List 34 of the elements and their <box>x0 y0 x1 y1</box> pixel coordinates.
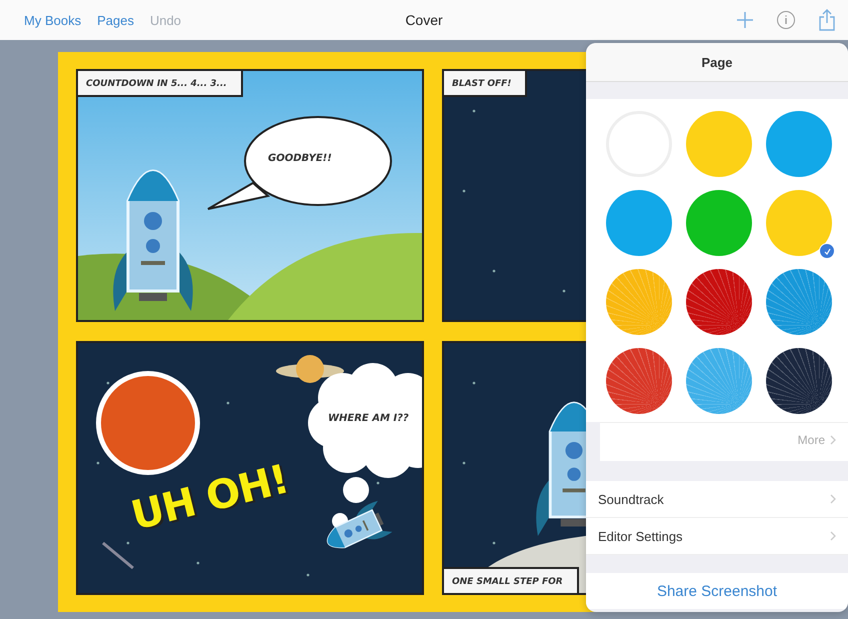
star-dot <box>462 462 466 464</box>
share-icon[interactable] <box>818 9 836 31</box>
toolbar-button[interactable]: My Books <box>24 12 82 28</box>
thought-text: WHERE AM I?? <box>328 413 409 424</box>
share-screenshot-button[interactable]: Share Screenshot <box>586 573 848 609</box>
checkmark-icon <box>819 243 835 259</box>
panel-caption: BLAST OFF! <box>444 71 528 97</box>
star-dot <box>492 270 496 272</box>
star-dot <box>96 462 100 464</box>
star-dot <box>376 482 380 484</box>
toolbar-button[interactable]: Pages <box>97 12 134 28</box>
star-dot <box>126 542 130 544</box>
add-icon[interactable] <box>736 11 754 29</box>
chevron-icon <box>830 531 836 541</box>
panel-caption: COUNTDOWN IN 5... 4... 3... <box>78 71 243 97</box>
star-dot <box>472 382 476 384</box>
star-dot <box>492 542 496 544</box>
panel-caption: ONE SMALL STEP FOR <box>444 567 579 593</box>
chevron-icon <box>830 435 836 445</box>
star-dot <box>306 574 310 576</box>
speech-text: GOODBYE!! <box>268 153 332 164</box>
info-icon[interactable] <box>776 10 796 30</box>
rocket-drawing <box>326 500 392 548</box>
star-dot <box>226 402 230 404</box>
sound-effect-text: UH OH! <box>126 456 293 540</box>
star-dot <box>462 190 466 192</box>
star-dot <box>562 290 566 292</box>
more-link[interactable]: More <box>798 433 825 447</box>
star-dot <box>196 562 200 564</box>
star-dot <box>472 110 476 112</box>
star-dot <box>106 382 110 384</box>
document-title: Cover <box>404 12 444 28</box>
popover-title: Page <box>701 54 733 70</box>
chevron-icon <box>830 494 836 504</box>
